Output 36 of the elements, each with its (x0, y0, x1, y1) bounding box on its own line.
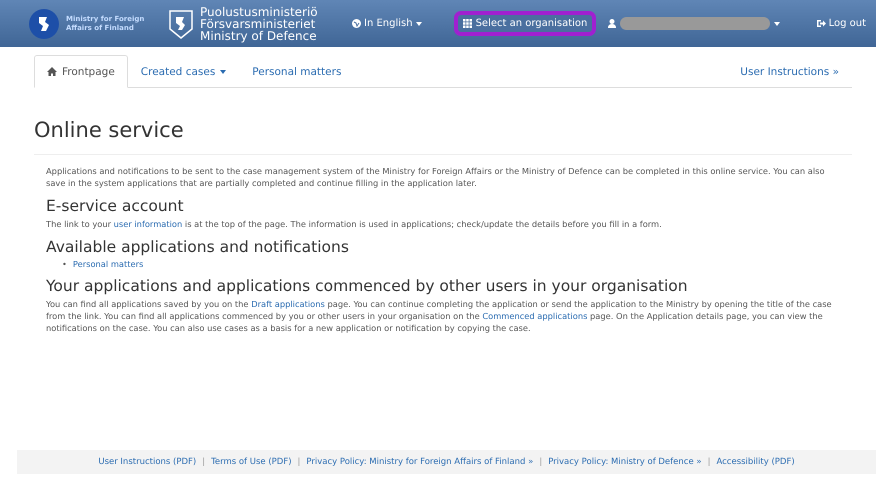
logout-icon (816, 19, 826, 28)
footer-link[interactable]: Terms of Use (PDF) (211, 457, 292, 467)
separator: | (298, 457, 300, 467)
caret-icon (416, 22, 422, 26)
footer-link[interactable]: User Instructions (PDF) (98, 457, 196, 467)
section-heading: E-service account (46, 197, 185, 215)
page-title: Online service (34, 88, 852, 155)
footer-link[interactable]: Accessibility (PDF) (716, 457, 795, 467)
caret-icon (220, 70, 226, 74)
separator: | (539, 457, 542, 467)
ministry-name: Puolustusministeriö Försvarsministeriet Ministry of Defence (200, 6, 318, 42)
footer-link[interactable]: Privacy Policy: Ministry for Foreign Affairs of Finland » (306, 457, 534, 467)
bullet: • (62, 259, 67, 269)
text-link[interactable]: Draft applications (251, 299, 325, 309)
nav-tab[interactable]: Frontpage (34, 55, 128, 88)
text-link[interactable]: user information (114, 219, 182, 229)
grid-icon (462, 19, 472, 28)
user-icon (608, 19, 616, 28)
section-heading: Your applications and applications commenced by other users in your organisation (46, 277, 689, 295)
text-link[interactable]: Commenced applications (482, 311, 588, 321)
organisation-button[interactable]: Select an organisation (458, 15, 592, 32)
language-menu[interactable]: In English (352, 18, 422, 29)
separator: | (202, 457, 206, 467)
home-icon (47, 67, 57, 76)
nav-tab[interactable]: Personal matters (239, 55, 354, 88)
paragraph: The link to your user information is at the top of the page. The information is used in applications; check/update the details before you fill in a form. (46, 218, 663, 230)
nav-tab[interactable]: Created cases (128, 55, 240, 88)
section-heading: Available applications and notifications (46, 238, 350, 256)
footer-link[interactable]: Privacy Policy: Ministry of Defence » (548, 457, 702, 467)
caret-icon (774, 22, 780, 26)
user-instructions-link[interactable]: User Instructions » (727, 55, 852, 88)
separator: | (708, 457, 710, 467)
paragraph: You can find all applications saved by you on the Draft applications page. You can continue completing the application or send the application to the Ministry by opening the title of the case from the link. You can find all applications commenced by you or other users in your organisation on the Commenced applications page. On the Application details page, you can view the notifications on the case. You can also use cases as a basis for a new application or notification by copying the case. (46, 298, 833, 334)
logout-button[interactable]: Log out (816, 18, 866, 29)
paragraph: Applications and notifications to be sent to the case management system of the Ministry for Foreign Affairs or the Ministry of Defence can be completed in this online service. You can also save in the system applications that are partially completed and continue filling in the application later. (46, 165, 826, 189)
list-link[interactable]: Personal matters (72, 259, 144, 269)
